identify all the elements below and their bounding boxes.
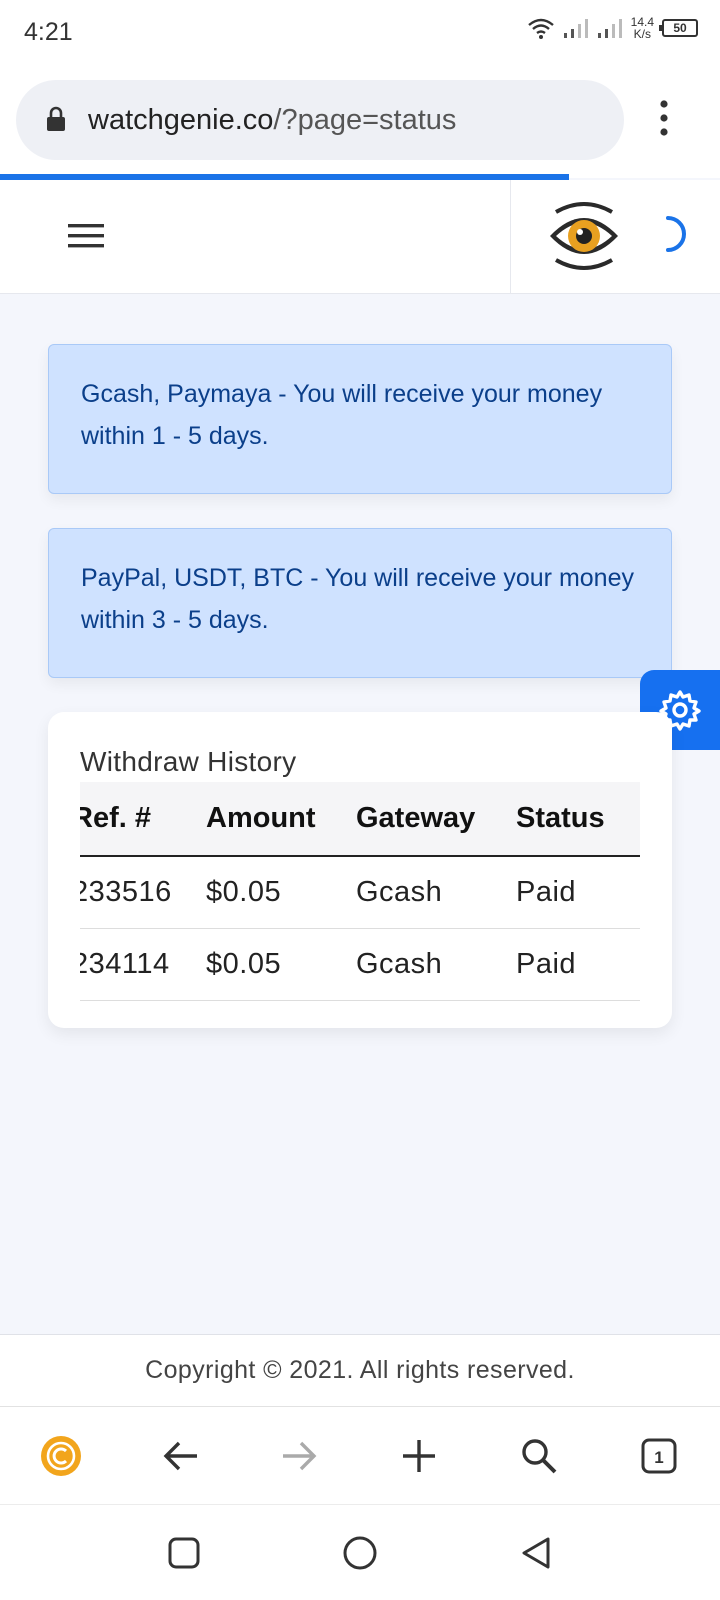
cell-ref: 234114 <box>80 928 206 1001</box>
browser-toolbar: 1 <box>0 1406 720 1504</box>
tabs-icon: 1 <box>641 1438 677 1474</box>
coin-icon <box>41 1436 81 1476</box>
site-header <box>0 180 720 294</box>
withdraw-history-card: Withdraw History Ref. # Amount Gateway S… <box>48 712 672 1028</box>
browser-back-button[interactable] <box>156 1431 206 1481</box>
home-icon <box>343 1536 377 1570</box>
recents-button[interactable] <box>160 1529 208 1577</box>
table-scroll-container[interactable]: Ref. # Amount Gateway Status 233516 $0.0… <box>80 782 640 1002</box>
site-footer: Copyright © 2021. All rights reserved. <box>0 1334 720 1406</box>
hamburger-icon[interactable] <box>68 222 104 250</box>
cell-amount: $0.05 <box>206 856 356 929</box>
search-button[interactable] <box>514 1431 564 1481</box>
table-header-row: Ref. # Amount Gateway Status <box>80 782 640 857</box>
net-speed: 14.4 K/s <box>631 16 654 40</box>
new-tab-button[interactable] <box>394 1431 444 1481</box>
cell-gateway: Gcash <box>356 856 516 929</box>
status-icons: 14.4 K/s 50 <box>527 16 698 40</box>
wifi-icon <box>527 18 554 39</box>
cell-gateway: Gcash <box>356 928 516 1001</box>
url-text[interactable]: watchgenie.co/?page=status <box>88 104 456 137</box>
lock-icon <box>47 106 65 131</box>
status-bar: 4:21 14.4 K/s 50 <box>0 0 720 68</box>
alert-paypal-usdt-btc: PayPal, USDT, BTC - You will receive you… <box>48 528 672 678</box>
cell-status: Paid <box>516 928 640 1001</box>
table-row: 233516 $0.05 Gcash Paid <box>80 856 640 929</box>
address-bar[interactable]: watchgenie.co/?page=status <box>16 80 624 160</box>
system-back-button[interactable] <box>512 1529 560 1577</box>
signal-icon <box>563 19 588 38</box>
net-speed-unit: K/s <box>633 27 651 41</box>
url-path: /?page=status <box>273 104 457 136</box>
home-button[interactable] <box>336 1529 384 1577</box>
android-nav-bar <box>0 1504 720 1600</box>
cell-status: Paid <box>516 856 640 929</box>
column-header-amount: Amount <box>206 782 356 857</box>
status-time: 4:21 <box>24 18 73 46</box>
browser-address-area: watchgenie.co/?page=status <box>0 68 720 178</box>
back-triangle-icon <box>522 1537 550 1569</box>
coin-button[interactable] <box>36 1431 86 1481</box>
column-header-gateway: Gateway <box>356 782 516 857</box>
browser-forward-button[interactable] <box>274 1431 324 1481</box>
cell-amount: $0.05 <box>206 928 356 1001</box>
eye-logo[interactable] <box>546 198 622 274</box>
tabs-button[interactable]: 1 <box>634 1431 684 1481</box>
column-header-ref: Ref. # <box>80 782 206 857</box>
recents-icon <box>168 1537 200 1569</box>
url-domain: watchgenie.co <box>88 104 274 136</box>
spinner-icon <box>666 216 686 252</box>
kebab-menu-icon[interactable] <box>660 100 668 136</box>
withdraw-history-table: Ref. # Amount Gateway Status 233516 $0.0… <box>80 782 640 1001</box>
table-row: 234114 $0.05 Gcash Paid <box>80 928 640 1001</box>
column-header-status: Status <box>516 782 640 857</box>
cell-ref: 233516 <box>80 856 206 929</box>
card-title: Withdraw History <box>80 746 297 777</box>
signal-icon-2 <box>597 19 622 38</box>
battery-icon: 50 <box>659 19 698 37</box>
header-divider <box>510 180 511 294</box>
alert-gcash-paymaya: Gcash, Paymaya - You will receive your m… <box>48 344 672 494</box>
plus-icon <box>403 1440 435 1472</box>
search-icon <box>522 1439 557 1474</box>
tab-count: 1 <box>654 1448 663 1467</box>
forward-arrow-icon <box>283 1441 317 1471</box>
back-arrow-icon <box>163 1441 197 1471</box>
